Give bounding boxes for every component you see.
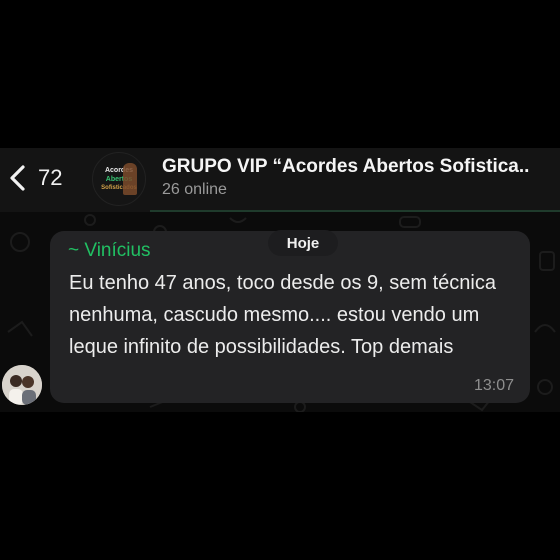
chevron-left-icon <box>10 165 25 191</box>
sender-avatar[interactable] <box>2 365 42 405</box>
header-divider <box>150 210 560 212</box>
message-text: Eu tenho 47 anos, toco desde os 9, sem t… <box>69 272 496 358</box>
online-status: 26 online <box>162 181 227 198</box>
avatar-figure <box>123 163 137 195</box>
date-separator: Hoje <box>268 230 338 256</box>
message-bubble[interactable]: ~ Vinícius Eu tenho 47 anos, toco desde … <box>50 231 530 403</box>
back-button[interactable]: 72 <box>8 160 62 196</box>
unread-count: 72 <box>38 165 63 190</box>
group-title[interactable]: GRUPO VIP “Acordes Abertos Sofistica.. <box>162 156 558 178</box>
group-avatar[interactable]: Acordes Abertos Sofisticados <box>92 152 146 206</box>
message-time: 13:07 <box>473 377 514 394</box>
avatar-photo <box>2 365 42 405</box>
message-sender[interactable]: ~ Vinícius <box>68 240 151 262</box>
